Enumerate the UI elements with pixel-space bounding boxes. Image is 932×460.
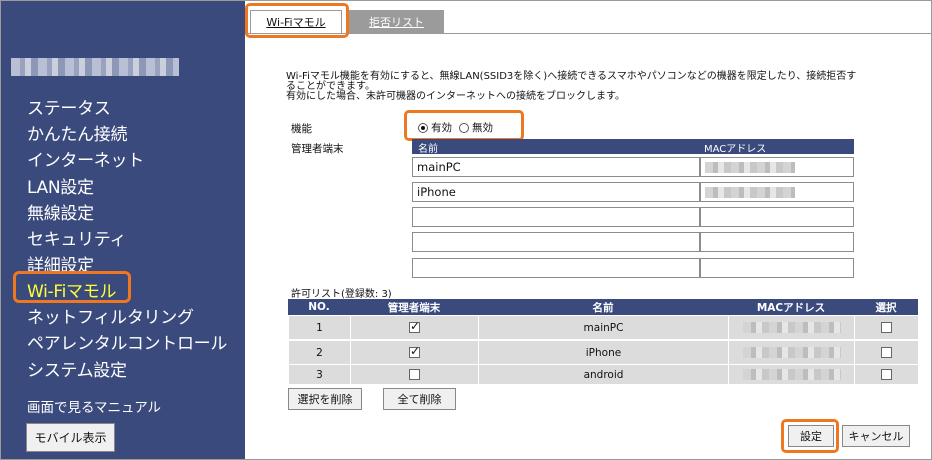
admin-table-header: 名前 MACアドレス [412, 139, 854, 155]
description-line: Wi-Fiマモル機能を有効にすると、無線LAN(SSID3を除く)へ接続できるス… [286, 71, 857, 82]
allow-list-header-cell: 選択 [875, 301, 897, 314]
mac-redacted [742, 369, 841, 380]
table-row: 3 android [288, 365, 918, 385]
allow-mac-cell [728, 316, 854, 340]
allow-list-header-cell: 管理者端末 [387, 301, 441, 314]
manual-link[interactable]: 画面で見るマニュアル [27, 396, 161, 416]
allow-select-cell [854, 341, 918, 365]
admin-name-input[interactable]: iPhone [412, 182, 700, 202]
allow-name-cell: mainPC [478, 316, 728, 340]
sidebar-item[interactable]: 無線設定 [27, 199, 94, 224]
allow-admin-cell [350, 341, 478, 365]
sidebar-item[interactable]: LAN設定 [27, 173, 94, 198]
mac-redacted [742, 322, 841, 333]
mac-redacted [742, 347, 841, 358]
table-row: 1 mainPC [288, 316, 918, 340]
select-checkbox[interactable] [881, 322, 892, 333]
sidebar-item[interactable]: セキュリティ [27, 225, 126, 250]
description-line: 有効にした場合、未許可機器のインターネットへの接続をブロックします。 [286, 91, 625, 102]
allow-admin-cell [350, 365, 478, 385]
sidebar-item[interactable]: インターネット [27, 146, 144, 171]
admin-mac-input[interactable] [700, 232, 854, 252]
allow-list-header-cell: NO. [308, 301, 330, 313]
function-label: 機能 [291, 123, 312, 135]
admin-name-input[interactable]: mainPC [412, 157, 700, 177]
nav-highlight-annotation [13, 271, 131, 303]
mac-redacted [705, 186, 795, 198]
select-checkbox[interactable] [881, 369, 892, 380]
description: Wi-Fiマモル機能を有効にすると、無線LAN(SSID3を除く)へ接続できるス… [286, 72, 926, 102]
sidebar-item[interactable]: かんたん接続 [27, 120, 128, 145]
sidebar-item[interactable]: ペアレンタルコントロール [27, 329, 227, 354]
admin-mac-input[interactable] [700, 207, 854, 227]
admin-mac-input[interactable] [700, 258, 854, 278]
allow-mac-cell [728, 365, 854, 385]
device-name-redacted [11, 58, 179, 76]
tab-deny-list[interactable]: 拒否リスト [349, 10, 444, 34]
sidebar-item[interactable]: ステータス [27, 94, 111, 119]
allow-no-cell: 3 [288, 365, 350, 385]
allow-list-header-cell: 名前 [592, 301, 614, 314]
admin-checkbox[interactable] [409, 319, 420, 333]
mobile-view-button[interactable]: モバイル表示 [26, 423, 115, 452]
allow-no-cell: 1 [288, 316, 350, 340]
delete-all-button[interactable]: 全て削除 [383, 388, 456, 410]
tab-highlight-annotation [245, 3, 349, 38]
allow-list-caption: 許可リスト(登録数: 3) [291, 289, 392, 300]
allow-list-header-cell: MACアドレス [756, 301, 826, 314]
radio-highlight-annotation [404, 110, 524, 141]
sidebar-item[interactable]: システム設定 [27, 356, 127, 381]
allow-name-cell: iPhone [478, 341, 728, 365]
allow-mac-cell [728, 341, 854, 365]
allow-no-cell: 2 [288, 341, 350, 365]
admin-mac-input[interactable] [700, 157, 854, 177]
allow-select-cell [854, 316, 918, 340]
allow-admin-cell [350, 316, 478, 340]
allow-select-cell [854, 365, 918, 385]
admin-name-input[interactable] [412, 232, 700, 252]
admin-terminal-label: 管理者端末 [291, 143, 344, 155]
admin-name-input[interactable] [412, 258, 700, 278]
sidebar: ステータス かんたん接続 インターネット LAN設定 無線設定 セキュリティ 詳細設定 Wi-… [1, 1, 245, 459]
admin-mac-input[interactable] [700, 182, 854, 202]
allow-name-cell: android [478, 365, 728, 385]
admin-name-input[interactable] [412, 207, 700, 227]
sidebar-item[interactable]: ネットフィルタリング [27, 303, 194, 328]
delete-selected-button[interactable]: 選択を削除 [288, 388, 362, 410]
cancel-button[interactable]: キャンセル [842, 425, 910, 447]
apply-highlight-annotation [781, 419, 839, 453]
select-checkbox[interactable] [881, 347, 892, 358]
admin-col-mac: MACアドレス [704, 144, 767, 155]
allow-list-header: NO. 管理者端末 名前 MACアドレス 選択 [288, 299, 918, 315]
table-row: 2 iPhone [288, 341, 918, 365]
admin-checkbox[interactable] [409, 369, 420, 380]
admin-checkbox[interactable] [409, 344, 420, 358]
mac-redacted [705, 161, 795, 173]
admin-col-name: 名前 [418, 144, 438, 155]
